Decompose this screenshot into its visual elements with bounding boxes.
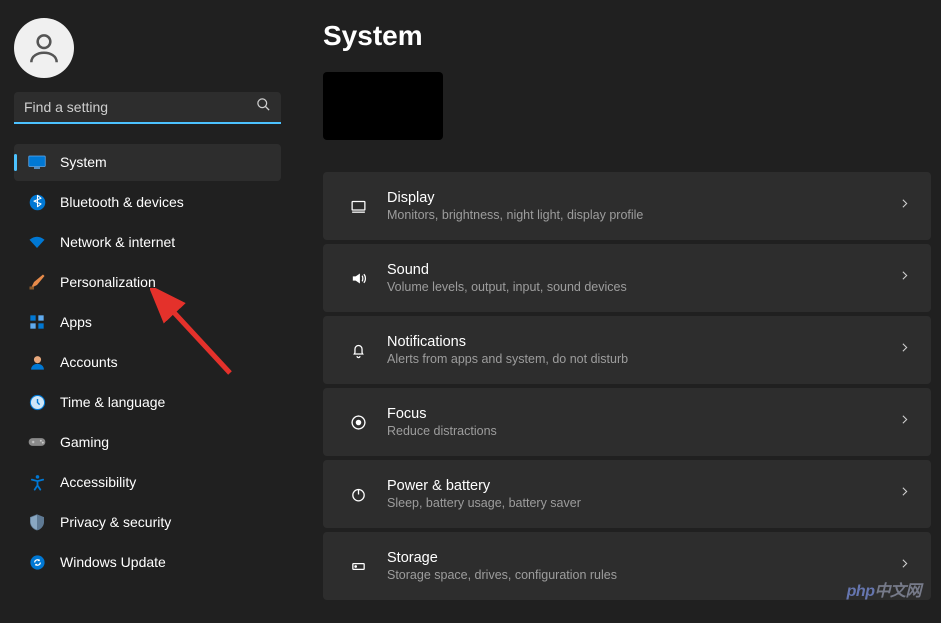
wifi-icon xyxy=(28,233,46,251)
display-icon xyxy=(339,198,377,215)
search-box[interactable] xyxy=(14,92,281,124)
setting-row-sound[interactable]: Sound Volume levels, output, input, soun… xyxy=(323,244,931,312)
nav-label: Apps xyxy=(60,314,92,330)
chevron-right-icon xyxy=(898,485,911,503)
setting-title: Power & battery xyxy=(387,478,898,494)
nav-item-gaming[interactable]: Gaming xyxy=(14,424,281,461)
setting-text: Display Monitors, brightness, night ligh… xyxy=(377,190,898,222)
search-input[interactable] xyxy=(24,99,256,115)
nav-label: Time & language xyxy=(60,394,165,410)
setting-desc: Alerts from apps and system, do not dist… xyxy=(387,352,898,366)
page-title: System xyxy=(323,20,931,52)
setting-text: Sound Volume levels, output, input, soun… xyxy=(377,262,898,294)
update-icon xyxy=(28,553,46,571)
setting-desc: Monitors, brightness, night light, displ… xyxy=(387,208,898,222)
nav-label: Bluetooth & devices xyxy=(60,194,184,210)
nav-label: Gaming xyxy=(60,434,109,450)
nav-list: System Bluetooth & devices Network & int… xyxy=(0,142,295,582)
nav-item-network[interactable]: Network & internet xyxy=(14,224,281,261)
nav-item-time[interactable]: Time & language xyxy=(14,384,281,421)
setting-title: Storage xyxy=(387,550,898,566)
power-icon xyxy=(339,486,377,503)
nav-item-update[interactable]: Windows Update xyxy=(14,544,281,581)
main-content: System Display Monitors, brightness, nig… xyxy=(295,0,941,623)
setting-row-display[interactable]: Display Monitors, brightness, night ligh… xyxy=(323,172,931,240)
nav-item-bluetooth[interactable]: Bluetooth & devices xyxy=(14,184,281,221)
nav-label: Personalization xyxy=(60,274,156,290)
chevron-right-icon xyxy=(898,341,911,359)
setting-text: Notifications Alerts from apps and syste… xyxy=(377,334,898,366)
setting-row-focus[interactable]: Focus Reduce distractions xyxy=(323,388,931,456)
setting-desc: Reduce distractions xyxy=(387,424,898,438)
nav-item-accounts[interactable]: Accounts xyxy=(14,344,281,381)
apps-icon xyxy=(28,313,46,331)
nav-item-personalization[interactable]: Personalization xyxy=(14,264,281,301)
sidebar: System Bluetooth & devices Network & int… xyxy=(0,0,295,623)
chevron-right-icon xyxy=(898,413,911,431)
nav-label: Accessibility xyxy=(60,474,136,490)
search-container xyxy=(14,92,281,124)
avatar xyxy=(14,18,74,78)
storage-icon xyxy=(339,558,377,575)
clock-icon xyxy=(28,393,46,411)
setting-title: Notifications xyxy=(387,334,898,350)
nav-label: Privacy & security xyxy=(60,514,171,530)
setting-row-power[interactable]: Power & battery Sleep, battery usage, ba… xyxy=(323,460,931,528)
setting-text: Focus Reduce distractions xyxy=(377,406,898,438)
shield-icon xyxy=(28,513,46,531)
brush-icon xyxy=(28,273,46,291)
focus-icon xyxy=(339,414,377,431)
system-icon xyxy=(28,153,46,171)
setting-title: Display xyxy=(387,190,898,206)
nav-item-apps[interactable]: Apps xyxy=(14,304,281,341)
setting-text: Storage Storage space, drives, configura… xyxy=(377,550,898,582)
setting-title: Sound xyxy=(387,262,898,278)
setting-text: Power & battery Sleep, battery usage, ba… xyxy=(377,478,898,510)
nav-label: Accounts xyxy=(60,354,118,370)
settings-list: Display Monitors, brightness, night ligh… xyxy=(323,172,931,600)
person-icon xyxy=(28,353,46,371)
setting-row-storage[interactable]: Storage Storage space, drives, configura… xyxy=(323,532,931,600)
user-section[interactable] xyxy=(0,18,295,78)
nav-label: Windows Update xyxy=(60,554,166,570)
setting-row-notifications[interactable]: Notifications Alerts from apps and syste… xyxy=(323,316,931,384)
nav-label: System xyxy=(60,154,107,170)
nav-item-accessibility[interactable]: Accessibility xyxy=(14,464,281,501)
accessibility-icon xyxy=(28,473,46,491)
bell-icon xyxy=(339,342,377,359)
search-icon xyxy=(256,97,271,117)
setting-desc: Sleep, battery usage, battery saver xyxy=(387,496,898,510)
sound-icon xyxy=(339,270,377,287)
display-preview[interactable] xyxy=(323,72,443,140)
nav-item-system[interactable]: System xyxy=(14,144,281,181)
setting-desc: Storage space, drives, configuration rul… xyxy=(387,568,898,582)
nav-label: Network & internet xyxy=(60,234,175,250)
chevron-right-icon xyxy=(898,269,911,287)
chevron-right-icon xyxy=(898,197,911,215)
setting-desc: Volume levels, output, input, sound devi… xyxy=(387,280,898,294)
chevron-right-icon xyxy=(898,557,911,575)
nav-item-privacy[interactable]: Privacy & security xyxy=(14,504,281,541)
setting-title: Focus xyxy=(387,406,898,422)
gamepad-icon xyxy=(28,433,46,451)
bluetooth-icon xyxy=(28,193,46,211)
